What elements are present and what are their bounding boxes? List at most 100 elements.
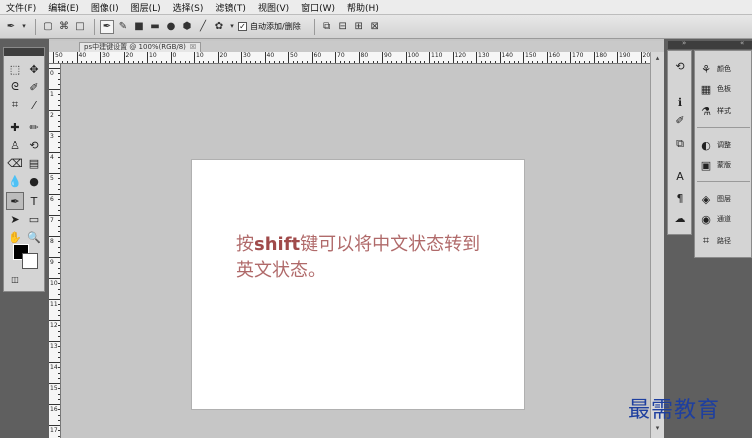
toolbox-grip[interactable] (4, 48, 44, 56)
menu-file[interactable]: 文件(F) (6, 1, 36, 14)
vertical-scrollbar[interactable]: ▴ ▾ (650, 52, 664, 438)
eraser-tool-icon[interactable]: ⌫ (6, 154, 24, 172)
pen-tool-icon[interactable]: ✒ (6, 192, 24, 210)
clone-stamp-tool-icon[interactable]: ♙ (6, 136, 24, 154)
lasso-tool-icon[interactable]: ᘓ (6, 78, 24, 96)
crop-tool-icon[interactable]: ⌗ (6, 96, 24, 114)
marquee-tool-icon[interactable]: ⬚ (6, 60, 24, 78)
dodge-tool-icon[interactable]: ● (25, 172, 43, 190)
healing-brush-tool-icon[interactable]: ✚ (6, 118, 24, 136)
ruler-label: 10 (50, 280, 58, 287)
ruler-label: 30 (243, 52, 251, 59)
history-panel-icon[interactable]: ⟲ (673, 59, 687, 73)
type-tool-icon[interactable]: T (25, 192, 43, 210)
expanded-panels: ⚘ 颜色 ▦ 色板 ⚗ 样式 ◐ 调整 ▣ 蒙版 ◈ 图层 ◉ 通道 ⌗ 路径 (694, 50, 752, 258)
brush-tool-icon[interactable]: ✏ (25, 118, 43, 136)
intersect-path-icon[interactable]: ⊞ (352, 20, 366, 34)
panel-tab-2[interactable]: ⚗ 样式 (699, 103, 731, 119)
panel-tab-6[interactable]: ◉ 通道 (699, 211, 731, 227)
panel-label: 路径 (717, 237, 731, 245)
close-icon[interactable]: ☒ (190, 43, 196, 51)
ruler-major-tick (49, 320, 60, 321)
rounded-rectangle-icon[interactable]: ▬ (148, 20, 162, 34)
ruler-major-tick (49, 278, 60, 279)
panel-label: 样式 (717, 107, 731, 115)
pen-tool-preset-icon[interactable]: ✒ (4, 20, 18, 34)
panel-dock-grip[interactable]: » « (668, 39, 752, 49)
document-tab[interactable]: ps中建键设置 @ 100%(RGB/8) ☒ (79, 42, 202, 52)
character-panel-icon[interactable]: A (673, 169, 687, 183)
ruler-major-tick (170, 52, 172, 63)
menu-filter[interactable]: 滤镜(T) (215, 1, 246, 14)
collapse-icon[interactable]: » (682, 39, 686, 47)
panel-tab-0[interactable]: ⚘ 颜色 (699, 61, 731, 77)
shape-dropdown-icon[interactable]: ▾ (228, 20, 236, 34)
freeform-pen-icon[interactable]: ✎ (116, 20, 130, 34)
ruler-label: 4 (50, 154, 54, 161)
menu-select[interactable]: 选择(S) (173, 1, 204, 14)
brushes-panel-icon[interactable]: ✐ (673, 113, 687, 127)
gradient-tool-icon[interactable]: ▤ (25, 154, 43, 172)
line-icon[interactable]: ╱ (196, 20, 210, 34)
panel-icon: ⚘ (701, 62, 711, 76)
panel-divider (697, 181, 750, 182)
clone-source-panel-icon[interactable]: ⧉ (673, 137, 687, 151)
fill-pixels-icon[interactable]: □ (73, 20, 87, 34)
horizontal-ruler: 50 40 30 20 10 0 10 20 30 40 50 60 70 80 90 100 110 120 13… (49, 52, 660, 64)
panel-tab-7[interactable]: ⌗ 路径 (699, 233, 731, 249)
menu-help[interactable]: 帮助(H) (347, 1, 379, 14)
ruler-major-tick (264, 52, 266, 63)
notes-panel-icon[interactable]: ☁ (673, 211, 687, 225)
rectangle-icon[interactable]: ■ (132, 20, 146, 34)
ruler-label: 7 (50, 217, 54, 224)
ruler-label: 100 (407, 52, 419, 59)
panel-tab-3[interactable]: ◐ 调整 (699, 137, 731, 153)
quick-mask-icon[interactable]: ◫ (6, 270, 24, 288)
menu-bar: 文件(F) 编辑(E) 图像(I) 图层(L) 选择(S) 滤镜(T) 视图(V… (0, 0, 752, 15)
pen-icon[interactable]: ✒ (100, 19, 114, 34)
panel-tab-1[interactable]: ▦ 色板 (699, 81, 731, 97)
auto-add-delete-checkbox[interactable]: ✓ (238, 22, 247, 31)
menu-view[interactable]: 视图(V) (258, 1, 289, 14)
path-selection-tool-icon[interactable]: ➤ (6, 210, 24, 228)
history-brush-tool-icon[interactable]: ⟲ (25, 136, 43, 154)
exclude-overlap-icon[interactable]: ⊠ (368, 20, 382, 34)
paths-mode-icon[interactable]: ⌘ (57, 20, 71, 34)
ruler-major-tick (405, 52, 407, 63)
ruler-major-tick (49, 173, 60, 174)
ruler-major-tick (49, 236, 60, 237)
scroll-up-icon[interactable]: ▴ (653, 54, 662, 63)
expand-icon[interactable]: « (740, 39, 744, 47)
menu-layer[interactable]: 图层(L) (131, 1, 161, 14)
ruler-major-tick (49, 194, 60, 195)
panel-label: 通道 (717, 215, 731, 223)
ruler-label: 2 (50, 112, 54, 119)
panel-tab-5[interactable]: ◈ 图层 (699, 191, 731, 207)
ruler-label: 170 (572, 52, 584, 59)
ruler-label: 20 (125, 52, 134, 59)
eyedropper-tool-icon[interactable]: ⁄ (25, 96, 43, 114)
preset-dropdown-icon[interactable]: ▾ (20, 20, 28, 34)
quick-selection-tool-icon[interactable]: ✐ (25, 78, 43, 96)
info-panel-icon[interactable]: ℹ (673, 95, 687, 109)
menu-window[interactable]: 窗口(W) (301, 1, 335, 14)
scroll-down-icon[interactable]: ▾ (653, 424, 662, 433)
polygon-icon[interactable]: ⬢ (180, 20, 194, 34)
rectangle-tool-icon[interactable]: ▭ (25, 210, 43, 228)
panel-tab-4[interactable]: ▣ 蒙版 (699, 157, 731, 173)
document-canvas[interactable]: 按shift键可以将中文状态转到 英文状态。 (192, 160, 524, 409)
paragraph-panel-icon[interactable]: ¶ (673, 191, 687, 205)
ruler-major-tick (147, 52, 148, 63)
shape-layers-icon[interactable]: ▢ (41, 20, 55, 34)
ellipse-icon[interactable]: ● (164, 20, 178, 34)
move-tool-icon[interactable]: ✥ (25, 60, 43, 78)
custom-shape-icon[interactable]: ✿ (212, 20, 226, 34)
blur-tool-icon[interactable]: 💧 (6, 172, 24, 190)
menu-edit[interactable]: 编辑(E) (48, 1, 79, 14)
ruler-major-tick (100, 52, 101, 63)
canvas-text-layer[interactable]: 按shift键可以将中文状态转到 英文状态。 (236, 232, 516, 284)
menu-image[interactable]: 图像(I) (91, 1, 119, 14)
background-color-swatch[interactable] (22, 253, 38, 269)
add-to-path-icon[interactable]: ⧉ (320, 20, 334, 34)
subtract-path-icon[interactable]: ⊟ (336, 20, 350, 34)
